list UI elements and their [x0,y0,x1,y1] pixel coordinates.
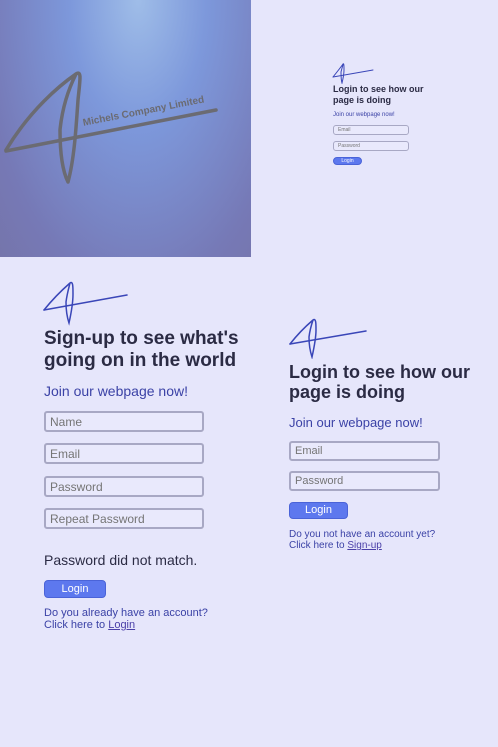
login-account-question: Do you not have an account yet? Click he… [289,529,435,551]
mini-signature-logo-icon [332,63,374,84]
mini-login-button[interactable]: Login [333,157,362,165]
login-title: Login to see how our page is doing [289,362,470,402]
click-here-signup-text: Click here to [289,540,345,551]
login-link[interactable]: Login [108,619,135,631]
account-question-text: Do you already have an account? [44,607,208,619]
click-here-signup-line: Click here to Sign-up [289,540,435,551]
signup-login-button[interactable]: Login [44,580,106,598]
login-email-field[interactable] [289,441,440,461]
signup-signature-logo-icon [43,281,128,326]
click-here-text: Click here to [44,619,106,631]
repeat-password-field[interactable] [44,508,204,529]
name-field[interactable] [44,411,204,432]
mini-login-subtitle: Join our webpage now! [333,112,395,118]
login-signature-logo-icon [289,318,367,359]
mini-login-preview: Login to see how our page is doing Join … [251,0,498,257]
signup-password-field[interactable] [44,476,204,497]
mini-email-field[interactable] [333,125,409,135]
signup-title: Sign-up to see what's going on in the wo… [44,328,239,371]
hero-image: Michels Company Limited [0,0,251,257]
login-subtitle: Join our webpage now! [289,415,423,430]
click-here-line: Click here to Login [44,619,208,631]
login-password-field[interactable] [289,471,440,491]
password-error-message: Password did not match. [44,552,198,568]
signup-subtitle: Join our webpage now! [44,383,188,399]
mini-password-field[interactable] [333,141,409,151]
login-button[interactable]: Login [289,502,348,519]
signup-link[interactable]: Sign-up [347,540,381,551]
signup-email-field[interactable] [44,443,204,464]
hero-signature-logo-icon [4,71,218,184]
no-account-text: Do you not have an account yet? [289,529,436,540]
mini-login-title: Login to see how our page is doing [333,84,424,105]
signup-account-question: Do you already have an account? Click he… [44,607,208,631]
